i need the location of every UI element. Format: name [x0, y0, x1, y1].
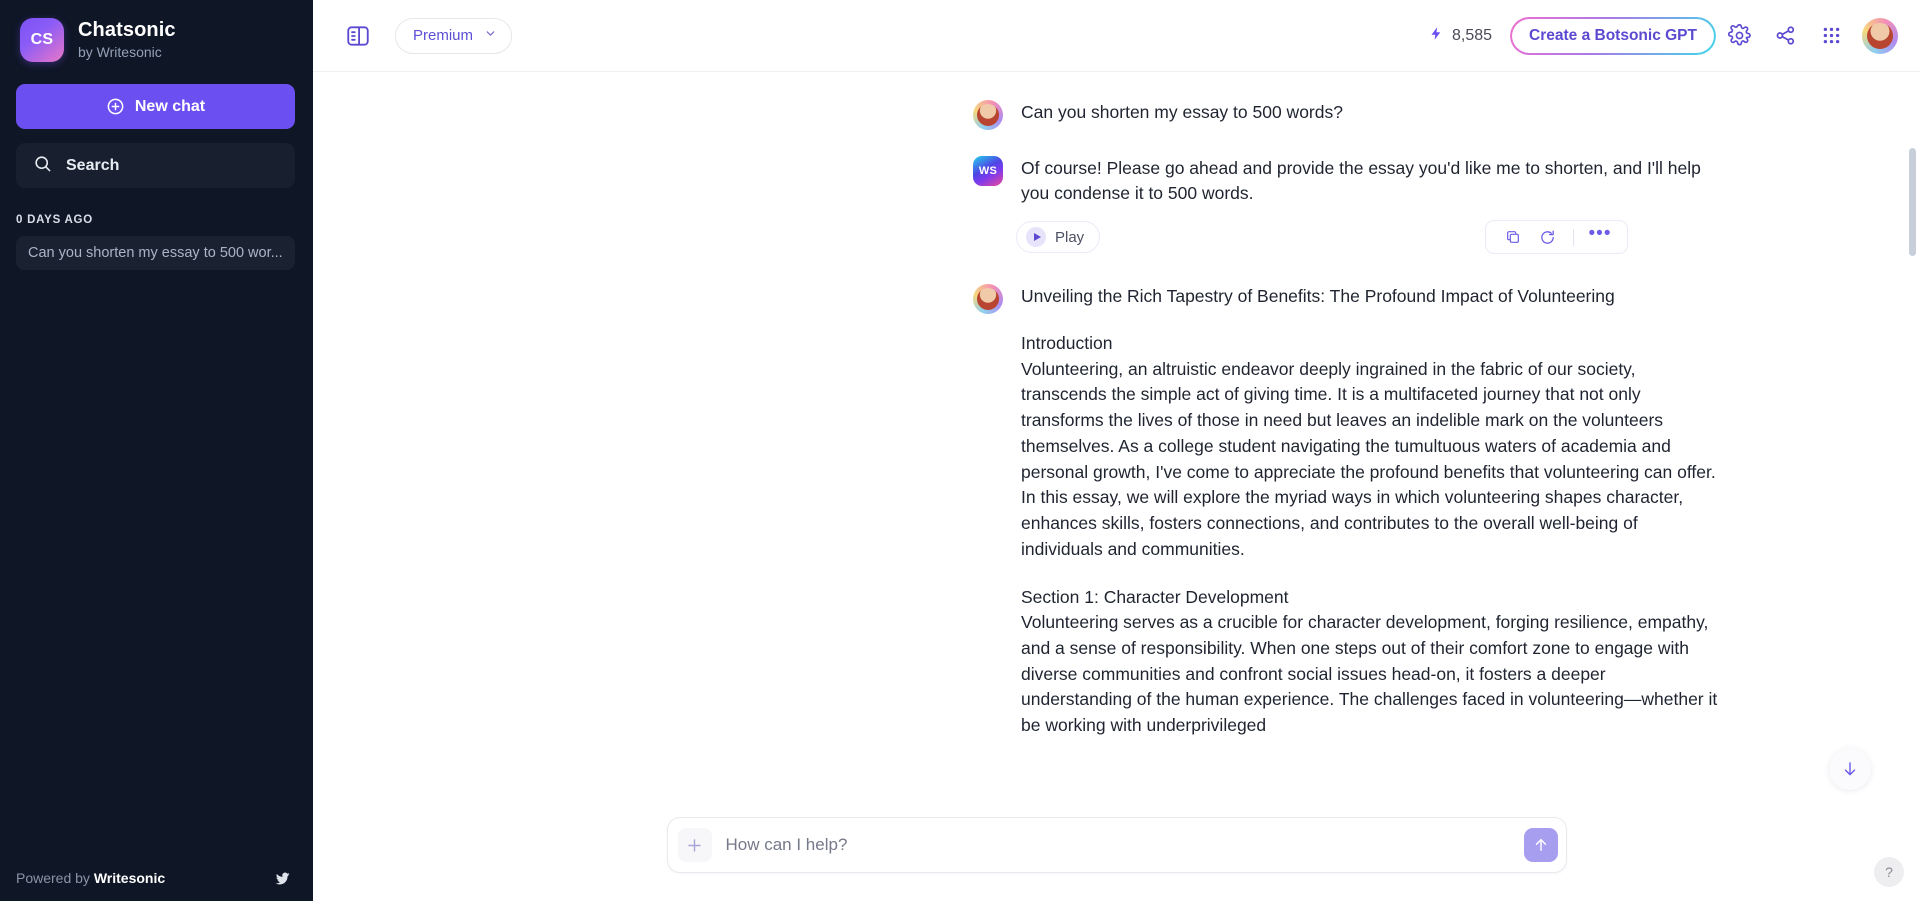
sidebar-toggle-icon[interactable]	[341, 19, 375, 53]
history-item-label: Can you shorten my essay to 500 wor...	[28, 245, 283, 261]
avatar	[973, 100, 1003, 130]
play-icon	[1026, 227, 1046, 247]
help-label: ?	[1885, 864, 1893, 880]
essay-content: Unveiling the Rich Tapestry of Benefits:…	[1021, 284, 1721, 739]
chatsonic-avatar: WS	[973, 156, 1003, 186]
lightning-bolt-icon	[1429, 26, 1444, 46]
message-text: Of course! Please go ahead and provide t…	[1021, 156, 1721, 206]
essay-section-body-1: Volunteering serves as a crucible for ch…	[1021, 610, 1721, 739]
app-root: CS Chatsonic by Writesonic New chat Sear…	[0, 0, 1920, 901]
powered-by-text: Powered by Writesonic	[16, 870, 165, 886]
scroll-to-bottom-button[interactable]	[1829, 748, 1871, 790]
create-gpt-label: Create a Botsonic GPT	[1529, 27, 1697, 45]
vertical-scrollbar[interactable]	[1909, 148, 1916, 901]
brand-title: Chatsonic	[78, 19, 176, 43]
help-button[interactable]: ?	[1874, 857, 1904, 887]
topbar-right: 8,585 Create a Botsonic GPT	[1429, 13, 1898, 59]
plan-label: Premium	[413, 27, 473, 44]
plus-circle-icon	[106, 97, 125, 116]
composer-area	[313, 809, 1920, 901]
message-user: Can you shorten my essay to 500 words?	[313, 100, 1920, 130]
composer	[667, 817, 1567, 873]
settings-gear-icon[interactable]	[1716, 13, 1762, 59]
main-area: Premium 8,585 Create a Botsonic GPT	[313, 0, 1920, 901]
credits-indicator[interactable]: 8,585	[1429, 26, 1492, 46]
message-essay: Unveiling the Rich Tapestry of Benefits:…	[313, 284, 1920, 739]
play-label: Play	[1055, 229, 1084, 246]
chevron-down-icon	[484, 27, 497, 45]
message-assistant: WS Of course! Please go ahead and provid…	[313, 156, 1920, 206]
sidebar-footer: Powered by Writesonic	[0, 855, 313, 901]
send-button[interactable]	[1524, 828, 1558, 862]
history-item-0[interactable]: Can you shorten my essay to 500 wor...	[16, 236, 295, 270]
essay-section-heading-1: Section 1: Character Development	[1021, 585, 1721, 611]
brand-subtitle: by Writesonic	[78, 44, 176, 61]
powered-prefix: Powered by	[16, 870, 94, 886]
create-botsonic-gpt-button[interactable]: Create a Botsonic GPT	[1510, 17, 1716, 55]
avatar-label: WS	[979, 165, 997, 177]
message-actions: •••	[1485, 220, 1628, 254]
sidebar: CS Chatsonic by Writesonic New chat Sear…	[0, 0, 313, 901]
avatar-face	[1867, 23, 1893, 49]
message-toolbar: Play	[313, 206, 1920, 254]
history-group-title: 0 DAYS AGO	[0, 188, 313, 226]
copy-icon[interactable]	[1498, 224, 1528, 250]
essay-section-heading-0: Introduction	[1021, 331, 1721, 357]
chat-scroll-area[interactable]: Can you shorten my essay to 500 words? W…	[313, 72, 1920, 901]
chat-messages: Can you shorten my essay to 500 words? W…	[313, 72, 1920, 739]
powered-brand: Writesonic	[94, 870, 165, 886]
brand: CS Chatsonic by Writesonic	[0, 0, 313, 76]
credits-value: 8,585	[1452, 27, 1492, 45]
apps-grid-icon[interactable]	[1808, 13, 1854, 59]
scrollbar-thumb[interactable]	[1909, 148, 1916, 256]
share-icon[interactable]	[1762, 13, 1808, 59]
user-avatar[interactable]	[1862, 18, 1898, 54]
twitter-icon[interactable]	[274, 870, 291, 887]
regenerate-icon[interactable]	[1532, 224, 1562, 250]
search-button[interactable]: Search	[16, 143, 295, 188]
search-icon	[33, 154, 52, 178]
add-attachment-icon[interactable]	[678, 828, 712, 862]
chatsonic-logo: CS	[20, 18, 64, 62]
logo-text: CS	[31, 31, 54, 49]
essay-section-body-0: Volunteering, an altruistic endeavor dee…	[1021, 357, 1721, 563]
avatar	[973, 284, 1003, 314]
more-options-icon[interactable]: •••	[1585, 224, 1615, 250]
search-label: Search	[66, 157, 119, 175]
topbar: Premium 8,585 Create a Botsonic GPT	[313, 0, 1920, 72]
message-text: Can you shorten my essay to 500 words?	[1021, 100, 1343, 130]
new-chat-label: New chat	[135, 98, 205, 116]
divider	[1573, 229, 1574, 246]
new-chat-button[interactable]: New chat	[16, 84, 295, 129]
essay-title: Unveiling the Rich Tapestry of Benefits:…	[1021, 284, 1721, 309]
chat-input[interactable]	[712, 835, 1524, 855]
play-button[interactable]: Play	[1016, 221, 1100, 253]
plan-selector[interactable]: Premium	[395, 18, 512, 54]
